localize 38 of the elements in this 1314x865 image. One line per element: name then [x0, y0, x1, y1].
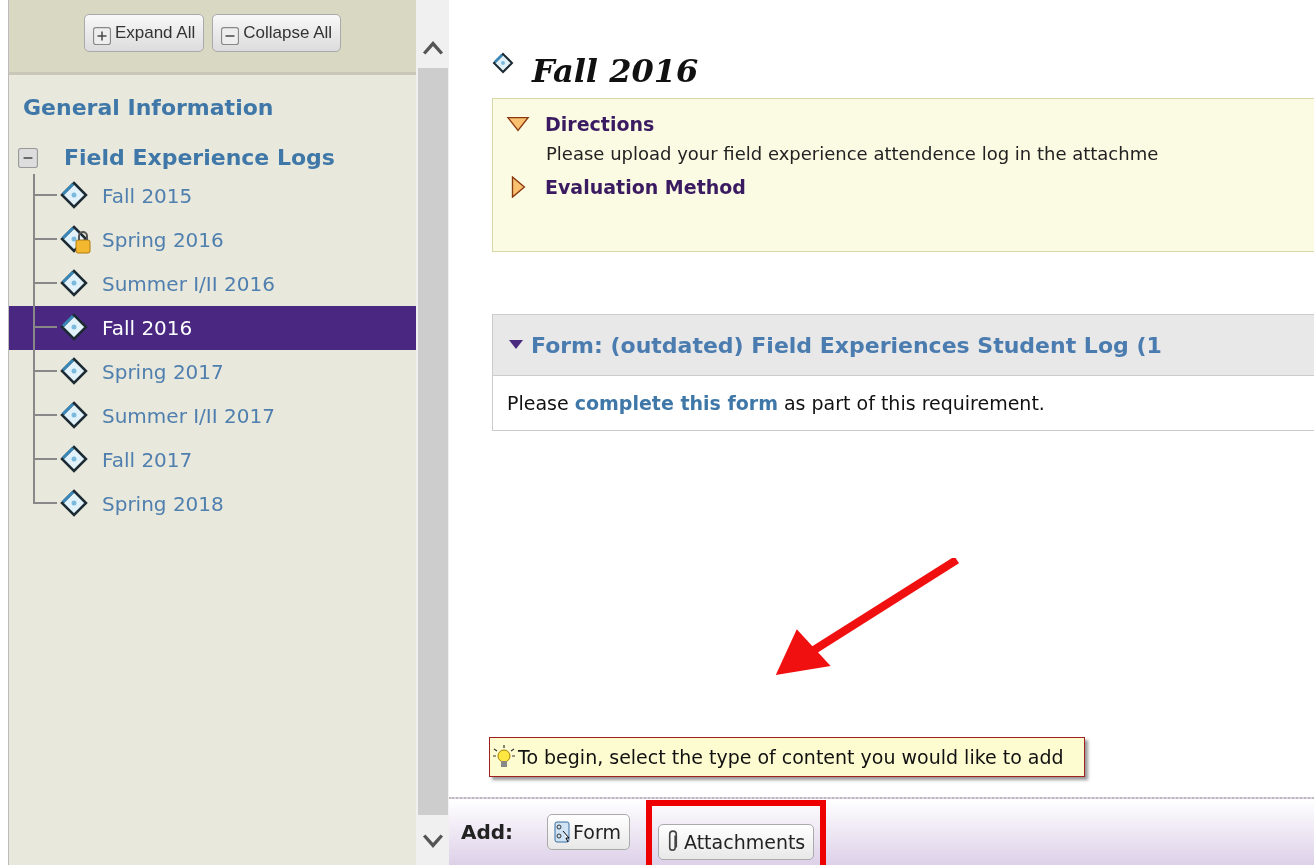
- minus-icon: [221, 27, 240, 45]
- add-label: Add:: [461, 820, 514, 844]
- tree-connector-line: [33, 174, 57, 218]
- tree-connector-line: [33, 350, 57, 394]
- form-icon: [554, 820, 571, 844]
- add-content-button[interactable]: Form: [547, 814, 630, 850]
- tree-toggle-button[interactable]: Collapse All: [212, 14, 342, 52]
- tree-item[interactable]: Summer I/II 2017: [102, 404, 275, 428]
- form-title[interactable]: Form: (outdated) Field Experiences Student Log (1: [531, 332, 1162, 358]
- collapse-icon[interactable]: [18, 147, 38, 168]
- tree-item[interactable]: Spring 2017: [102, 360, 224, 384]
- tree-toggle-button[interactable]: Expand All: [83, 14, 205, 52]
- scrollbar[interactable]: [416, 0, 449, 865]
- tree-item[interactable]: Spring 2016: [102, 228, 224, 252]
- form-instruction: Please complete this form as part of this requirement.: [506, 391, 1046, 416]
- tree-item[interactable]: Fall 2016: [102, 316, 193, 340]
- section-heading[interactable]: Evaluation Method: [545, 176, 746, 198]
- diamond-icon: [492, 52, 516, 76]
- directions-text: Please upload your field experience attendence log in the attachme: [546, 143, 1160, 164]
- form-link[interactable]: complete this form: [574, 392, 778, 414]
- tree-connector-line: [33, 306, 57, 350]
- tree-item[interactable]: Fall 2017: [102, 448, 193, 472]
- tree-item[interactable]: Fall 2015: [102, 184, 193, 208]
- tree-connector-line: [33, 218, 57, 262]
- tree-connector-line: [33, 394, 57, 438]
- lightbulb-icon: [492, 744, 516, 770]
- tooltip-text: To begin, select the type of content you would like to add: [518, 746, 1064, 768]
- caret-down-icon[interactable]: [509, 340, 523, 350]
- scroll-down-icon[interactable]: [421, 833, 444, 849]
- scroll-up-icon[interactable]: [421, 40, 444, 56]
- section-heading[interactable]: Directions: [545, 113, 655, 135]
- folder-label[interactable]: Field Experience Logs: [64, 145, 335, 170]
- add-content-button[interactable]: Attachments: [658, 824, 815, 860]
- tree-item[interactable]: Spring 2018: [102, 492, 224, 516]
- plus-icon: [92, 27, 111, 45]
- sidebar-link[interactable]: General Information: [23, 95, 416, 120]
- tree-item[interactable]: Summer I/II 2016: [102, 272, 275, 296]
- page-title: Fall 2016: [532, 52, 699, 90]
